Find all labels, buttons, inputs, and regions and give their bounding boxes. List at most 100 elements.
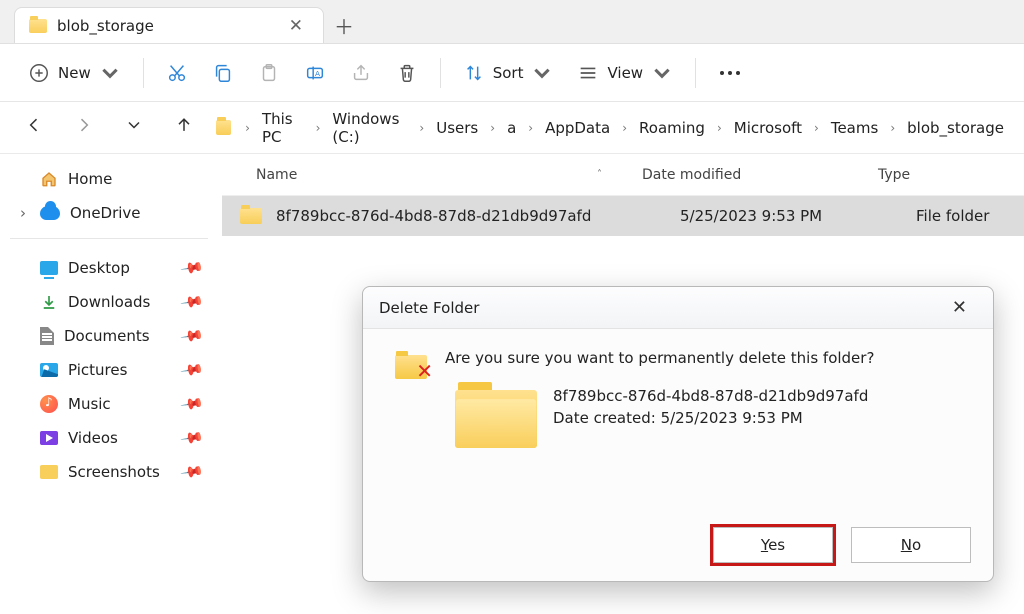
back-button[interactable] <box>16 111 52 145</box>
expand-icon[interactable]: › <box>16 204 30 222</box>
sidebar-item-music[interactable]: Music 📌 <box>6 387 212 421</box>
chevron-right-icon: › <box>886 121 899 135</box>
pin-icon: 📌 <box>180 289 206 314</box>
copy-button[interactable] <box>202 56 244 90</box>
chevron-right-icon: › <box>524 121 537 135</box>
plus-circle-icon <box>28 62 50 84</box>
new-button[interactable]: New <box>18 56 131 90</box>
chevron-down-icon <box>651 62 673 84</box>
up-button[interactable] <box>166 111 202 145</box>
rename-button[interactable]: A <box>294 56 336 90</box>
share-icon <box>350 62 372 84</box>
cut-button[interactable] <box>156 56 198 90</box>
delete-folder-dialog: Delete Folder ✕ ✕ Are you sure you want … <box>362 286 994 582</box>
chevron-right-icon: › <box>241 121 254 135</box>
breadcrumb-blob-storage[interactable]: blob_storage <box>903 117 1008 139</box>
chevron-down-icon <box>531 62 553 84</box>
breadcrumb-roaming[interactable]: Roaming <box>635 117 709 139</box>
breadcrumb-teams[interactable]: Teams <box>827 117 882 139</box>
close-tab-icon[interactable]: ✕ <box>283 14 309 38</box>
pictures-icon <box>40 363 58 377</box>
breadcrumb-windows-c[interactable]: Windows (C:) <box>328 108 411 148</box>
sort-asc-icon: ˄ <box>597 169 602 180</box>
new-label: New <box>58 64 91 82</box>
sidebar-item-pictures[interactable]: Pictures 📌 <box>6 353 212 387</box>
folder-icon <box>240 208 262 224</box>
pin-icon: 📌 <box>180 391 206 416</box>
sidebar-item-onedrive[interactable]: › OneDrive <box>6 196 212 230</box>
table-row[interactable]: 8f789bcc-876d-4bd8-87d8-d21db9d97afd 5/2… <box>222 196 1024 236</box>
recent-dropdown[interactable] <box>116 111 152 145</box>
dialog-item-info: 8f789bcc-876d-4bd8-87d8-d21db9d97afd Dat… <box>553 382 868 448</box>
copy-icon <box>212 62 234 84</box>
sidebar-label: Desktop <box>68 259 130 277</box>
pin-icon: 📌 <box>180 425 206 450</box>
sidebar-label: Screenshots <box>68 463 160 481</box>
sidebar-item-home[interactable]: Home <box>6 162 212 196</box>
new-tab-button[interactable]: ＋ <box>324 7 364 43</box>
delete-button[interactable] <box>386 56 428 90</box>
breadcrumb-this-pc[interactable]: This PC <box>258 108 308 148</box>
tab-title: blob_storage <box>57 17 154 35</box>
chevron-right-icon: › <box>618 121 631 135</box>
yes-button[interactable]: Yes <box>713 527 833 563</box>
dialog-date-created: Date created: 5/25/2023 9:53 PM <box>553 407 868 430</box>
chevron-right-icon: › <box>810 121 823 135</box>
breadcrumb-appdata[interactable]: AppData <box>541 117 614 139</box>
sidebar-item-documents[interactable]: Documents 📌 <box>6 319 212 353</box>
breadcrumb-a[interactable]: a <box>503 117 520 139</box>
home-icon <box>40 170 58 188</box>
row-type: File folder <box>916 207 989 225</box>
sidebar-label: Music <box>68 395 111 413</box>
separator <box>10 238 208 239</box>
trash-icon <box>396 62 418 84</box>
folder-icon <box>216 120 231 135</box>
column-date-modified[interactable]: Date modified <box>642 167 878 183</box>
sort-button[interactable]: Sort <box>453 56 564 90</box>
share-button[interactable] <box>340 56 382 90</box>
sort-icon <box>463 62 485 84</box>
sidebar: Home › OneDrive Desktop 📌 Downloads 📌 Do… <box>0 154 222 614</box>
more-options-button[interactable] <box>708 63 752 83</box>
column-type[interactable]: Type <box>878 167 1024 183</box>
sidebar-label: Home <box>68 170 112 188</box>
column-name[interactable]: Name˄ <box>256 167 642 183</box>
downloads-icon <box>40 293 58 311</box>
videos-icon <box>40 431 58 445</box>
list-view-icon <box>577 62 599 84</box>
navigation-row: › This PC› Windows (C:)› Users› a› AppDa… <box>0 102 1024 154</box>
sidebar-label: Videos <box>68 429 118 447</box>
documents-icon <box>40 327 54 345</box>
forward-button[interactable] <box>66 111 102 145</box>
sidebar-label: Pictures <box>68 361 127 379</box>
rename-icon: A <box>304 62 326 84</box>
sidebar-label: OneDrive <box>70 204 141 222</box>
breadcrumb-users[interactable]: Users <box>432 117 482 139</box>
pin-icon: 📌 <box>180 323 206 348</box>
view-button[interactable]: View <box>567 56 683 90</box>
breadcrumb-microsoft[interactable]: Microsoft <box>730 117 806 139</box>
separator <box>440 58 441 88</box>
sidebar-item-screenshots[interactable]: Screenshots 📌 <box>6 455 212 489</box>
chevron-right-icon: › <box>415 121 428 135</box>
tab-blob-storage[interactable]: blob_storage ✕ <box>14 7 324 43</box>
breadcrumb: › This PC› Windows (C:)› Users› a› AppDa… <box>216 108 1008 148</box>
paste-button[interactable] <box>248 56 290 90</box>
tab-bar: blob_storage ✕ ＋ <box>0 0 1024 44</box>
dialog-body: ✕ Are you sure you want to permanently d… <box>363 329 993 466</box>
view-label: View <box>607 64 643 82</box>
music-icon <box>40 395 58 413</box>
sidebar-item-downloads[interactable]: Downloads 📌 <box>6 285 212 319</box>
chevron-right-icon: › <box>312 121 325 135</box>
sidebar-item-desktop[interactable]: Desktop 📌 <box>6 251 212 285</box>
pin-icon: 📌 <box>180 459 206 484</box>
desktop-icon <box>40 261 58 275</box>
no-button[interactable]: No <box>851 527 971 563</box>
dialog-buttons: Yes No <box>713 527 971 563</box>
toolbar: New A Sort View <box>0 44 1024 102</box>
chevron-right-icon: › <box>486 121 499 135</box>
dialog-item-name: 8f789bcc-876d-4bd8-87d8-d21db9d97afd <box>553 385 868 408</box>
close-dialog-button[interactable]: ✕ <box>942 293 977 322</box>
sidebar-item-videos[interactable]: Videos 📌 <box>6 421 212 455</box>
sidebar-label: Documents <box>64 327 150 345</box>
